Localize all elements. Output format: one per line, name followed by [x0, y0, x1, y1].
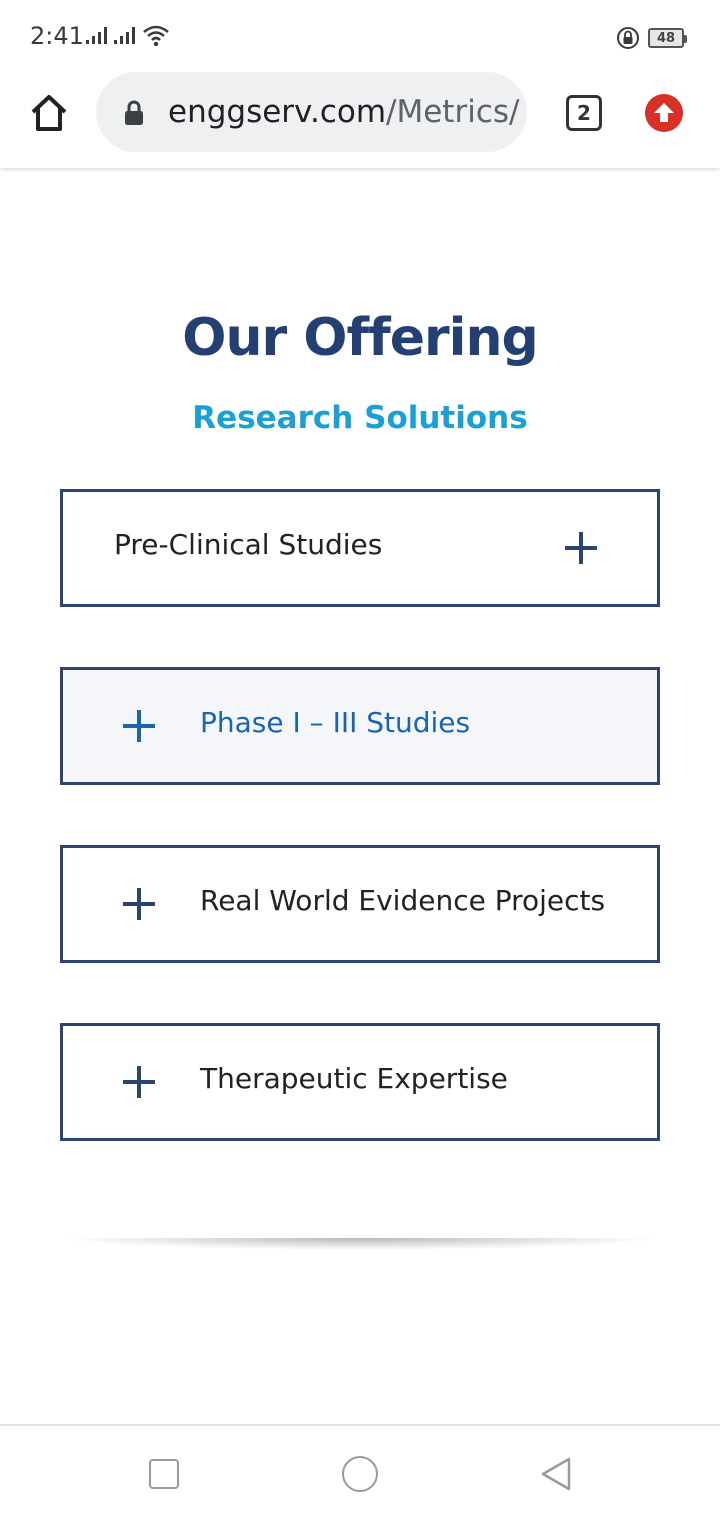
accordion-item-pre-clinical[interactable]: Pre-Clinical Studies [60, 489, 660, 607]
plus-icon[interactable] [123, 888, 155, 920]
url-path: /Metrics/ [386, 94, 520, 130]
battery-level: 48 [656, 30, 676, 46]
status-time: 2:41 [30, 22, 84, 50]
browser-toolbar: enggserv.com/Metrics/ 2 [0, 72, 720, 168]
accordion-label: Real World Evidence Projects [200, 884, 606, 917]
accordion-label: Phase I – III Studies [200, 706, 471, 739]
plus-icon[interactable] [123, 1066, 155, 1098]
update-button[interactable] [645, 94, 683, 132]
home-icon[interactable] [28, 92, 70, 134]
wifi-icon [143, 25, 169, 47]
home-button[interactable] [342, 1456, 378, 1492]
url-text: enggserv.com/Metrics/ [168, 94, 519, 130]
url-host: enggserv.com [168, 94, 387, 130]
plus-icon[interactable] [123, 710, 155, 742]
status-bar: 2:41 48 [0, 0, 720, 72]
address-bar[interactable]: enggserv.com/Metrics/ [96, 72, 527, 152]
back-icon[interactable] [539, 1456, 573, 1492]
signal-icon [114, 27, 135, 44]
tab-count: 2 [577, 101, 591, 125]
section-divider [60, 1238, 660, 1250]
rotation-lock-icon [617, 27, 639, 49]
signal-icon [86, 27, 107, 44]
accordion-label: Therapeutic Expertise [200, 1062, 508, 1095]
page-title: Our Offering [182, 308, 538, 368]
accordion-label: Pre-Clinical Studies [114, 528, 383, 561]
accordion-item-therapeutic-expertise[interactable]: Therapeutic Expertise [60, 1023, 660, 1141]
page-subtitle: Research Solutions [192, 400, 528, 436]
recents-button[interactable] [149, 1459, 179, 1489]
plus-icon[interactable] [565, 532, 597, 564]
accordion-item-real-world-evidence[interactable]: Real World Evidence Projects [60, 845, 660, 963]
tab-switcher-button[interactable]: 2 [566, 95, 602, 131]
arrow-up-icon [654, 103, 674, 122]
battery-icon: 48 [648, 28, 687, 48]
accordion-item-phase-studies[interactable]: Phase I – III Studies [60, 667, 660, 785]
system-nav-bar [0, 1424, 720, 1520]
lock-icon [125, 100, 143, 125]
